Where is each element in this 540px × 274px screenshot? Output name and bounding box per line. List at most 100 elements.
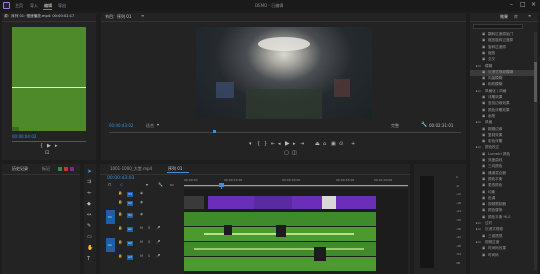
track-area[interactable] xyxy=(184,189,408,274)
track-header[interactable]: 🔒 A1 M S 🎤 xyxy=(118,224,182,236)
track-lock-icon[interactable]: 🔒 xyxy=(118,226,122,231)
program-playhead[interactable] xyxy=(213,130,216,133)
effects-item[interactable]: ▣ 颜色平衡 HLS xyxy=(470,215,534,221)
step-back-icon[interactable]: ◂ xyxy=(278,142,281,147)
video-clip[interactable] xyxy=(208,196,254,209)
microphone-icon[interactable]: 🎤 xyxy=(156,226,160,231)
mark-out-icon[interactable]: } xyxy=(264,142,267,147)
track-lock-icon[interactable]: 🔒 xyxy=(118,200,122,205)
comparison-view-icon[interactable]: ◫ xyxy=(292,151,297,156)
go-to-in-icon[interactable]: ⇤ xyxy=(271,142,275,147)
snap-icon[interactable]: ⊓ xyxy=(108,183,111,187)
step-forward-icon[interactable]: ▸ xyxy=(293,142,296,147)
effects-item[interactable]: ▣ Lumetri 颜色 xyxy=(470,152,534,158)
microphone-icon[interactable]: 🎤 xyxy=(156,254,160,259)
effects-folder[interactable]: ▸▭ 视频过渡 xyxy=(470,240,534,246)
source-play-icon[interactable]: ▶ xyxy=(47,144,51,149)
add-button-icon[interactable]: + xyxy=(351,142,355,147)
track-select-icon[interactable]: ⇉ xyxy=(87,180,91,185)
effects-item[interactable]: ▣ 三向颜色 xyxy=(470,164,534,170)
export-frame-icon[interactable]: ▣ xyxy=(331,142,336,147)
track-label[interactable]: V1 xyxy=(127,213,133,218)
effects-folder[interactable]: ▸▭ 颜色校正 xyxy=(470,145,534,151)
add-marker-icon[interactable]: ▾ xyxy=(146,183,148,187)
track-lock-icon[interactable]: 🔒 xyxy=(118,240,122,245)
microphone-icon[interactable]: 🎤 xyxy=(156,240,160,245)
wrench-icon[interactable]: 🔧 xyxy=(421,123,427,128)
effects-item[interactable]: ▣ 视频限制器 xyxy=(470,202,534,208)
type-icon[interactable]: T xyxy=(87,257,90,262)
time-ruler[interactable]: 00:00:00 00:00:15:00 00:00:30:00 00:00:4… xyxy=(184,177,408,187)
effects-item[interactable]: ▣ 向量模糊 xyxy=(470,76,534,82)
source-scrubber[interactable] xyxy=(12,141,86,142)
source-timecode[interactable]: 00:00:04:02 xyxy=(12,135,36,139)
track-lock-icon[interactable]: 🔒 xyxy=(118,191,122,196)
effects-item[interactable]: ▣ 旋转过渡原 xyxy=(470,45,534,51)
selection-tool-icon[interactable]: ➤ xyxy=(87,169,92,175)
effects-item[interactable]: ▣ 颜色浮雕效果 xyxy=(470,108,534,114)
maximize-icon[interactable]: □ xyxy=(520,2,526,8)
effects-item[interactable]: ▣ 粗糙边缘 xyxy=(470,127,534,133)
effects-item[interactable]: ▣ 画笔 xyxy=(470,114,534,120)
timeline-settings-icon[interactable]: 🔧 xyxy=(158,183,163,187)
track-lock-icon[interactable]: 🔒 xyxy=(118,254,122,259)
effects-scrollbar[interactable] xyxy=(534,32,537,270)
source-mark-in-icon[interactable]: { xyxy=(40,144,43,149)
solo-icon[interactable]: S xyxy=(148,240,150,245)
video-clip[interactable] xyxy=(184,196,204,209)
track-header[interactable]: 🔒 A2 M S 🎤 xyxy=(118,238,182,250)
effects-search-input[interactable] xyxy=(473,24,523,29)
track-lock-icon[interactable]: 🔒 xyxy=(118,212,122,217)
program-scrubber[interactable] xyxy=(109,132,461,133)
track-label[interactable]: V3 xyxy=(127,192,133,197)
nav-edit[interactable]: 编辑 xyxy=(44,4,52,8)
label-swatch-green[interactable] xyxy=(58,167,62,171)
safe-margins-icon[interactable]: ▢ xyxy=(284,151,289,156)
markers-tab[interactable]: 标记 xyxy=(42,167,50,171)
video-clip[interactable] xyxy=(254,196,292,209)
ripple-edit-icon[interactable]: ⟛ xyxy=(87,191,92,196)
effects-item[interactable]: ▣ 沉浸式视频模糊 xyxy=(470,69,534,76)
program-menu-icon[interactable]: ≡ xyxy=(141,14,144,18)
audio-clip[interactable] xyxy=(184,257,376,271)
effects-item[interactable]: ▣ 查找边缘效果 xyxy=(470,101,534,107)
mark-in-icon[interactable]: { xyxy=(257,142,260,147)
effects-scroll-thumb[interactable] xyxy=(534,62,537,102)
razor-icon[interactable]: ◆ xyxy=(87,202,91,207)
close-icon[interactable]: × xyxy=(531,2,536,8)
effects-item[interactable]: ▣ 复制效果 xyxy=(470,133,534,139)
playhead-handle[interactable] xyxy=(219,183,224,187)
video-clip[interactable] xyxy=(336,196,376,209)
effects-item[interactable]: ▣ 均衡 xyxy=(470,190,534,196)
rectangle-icon[interactable]: ▭ xyxy=(87,235,92,240)
hand-icon[interactable]: ✋ xyxy=(87,246,93,251)
track-label[interactable]: A3 xyxy=(127,255,133,260)
captions-icon[interactable]: ▭ xyxy=(170,183,174,187)
source-monitor-tab[interactable]: 源：序列 01: 慢速播放.mp4: 00:00:02:17 xyxy=(4,14,74,19)
effects-item[interactable]: ▣ 交叉 xyxy=(470,57,534,63)
effects-folder[interactable]: ▸▭ 模糊 xyxy=(470,64,534,70)
pen-icon[interactable]: ✎ xyxy=(87,224,91,229)
nav-export[interactable]: 导出 xyxy=(58,4,66,8)
slip-icon[interactable]: ↔ xyxy=(87,213,91,218)
go-to-out-icon[interactable]: ⇥ xyxy=(300,142,304,147)
program-quality-dropdown[interactable]: 完整 xyxy=(391,124,399,128)
effects-item[interactable]: ▣ 色调 xyxy=(470,196,534,202)
label-swatch-red[interactable] xyxy=(64,167,68,171)
program-fit-dropdown[interactable]: 适合 xyxy=(146,124,154,128)
video-clip[interactable] xyxy=(292,196,322,209)
nav-home[interactable]: 主页 xyxy=(15,4,23,8)
track-header[interactable]: 🔒 V2 ◉ xyxy=(118,198,182,210)
effects-item[interactable]: ▣ 缩放旋转过渡原 xyxy=(470,38,534,44)
timeline-tab-sequence[interactable]: 序列 01 xyxy=(168,167,182,171)
track-header[interactable]: 🔒 V1 ◉ xyxy=(118,210,182,222)
track-label[interactable]: A2 xyxy=(127,241,133,246)
effects-menu-icon[interactable]: ≡ xyxy=(528,14,531,18)
effects-item[interactable]: ▣ 更改颜色 xyxy=(470,183,534,189)
marker-icon[interactable]: ▾ xyxy=(249,142,252,147)
toggle-output-icon[interactable]: ◉ xyxy=(140,200,143,205)
effects-item[interactable]: ▣ 颜色平衡 xyxy=(470,177,534,183)
fit-chevron-down-icon[interactable]: ▾ xyxy=(157,123,159,127)
effects-folder[interactable]: ▸▭ 沉浸式视频 xyxy=(470,227,534,233)
effects-folder[interactable]: ▸▭ 风格化 / 风格 xyxy=(470,89,534,95)
